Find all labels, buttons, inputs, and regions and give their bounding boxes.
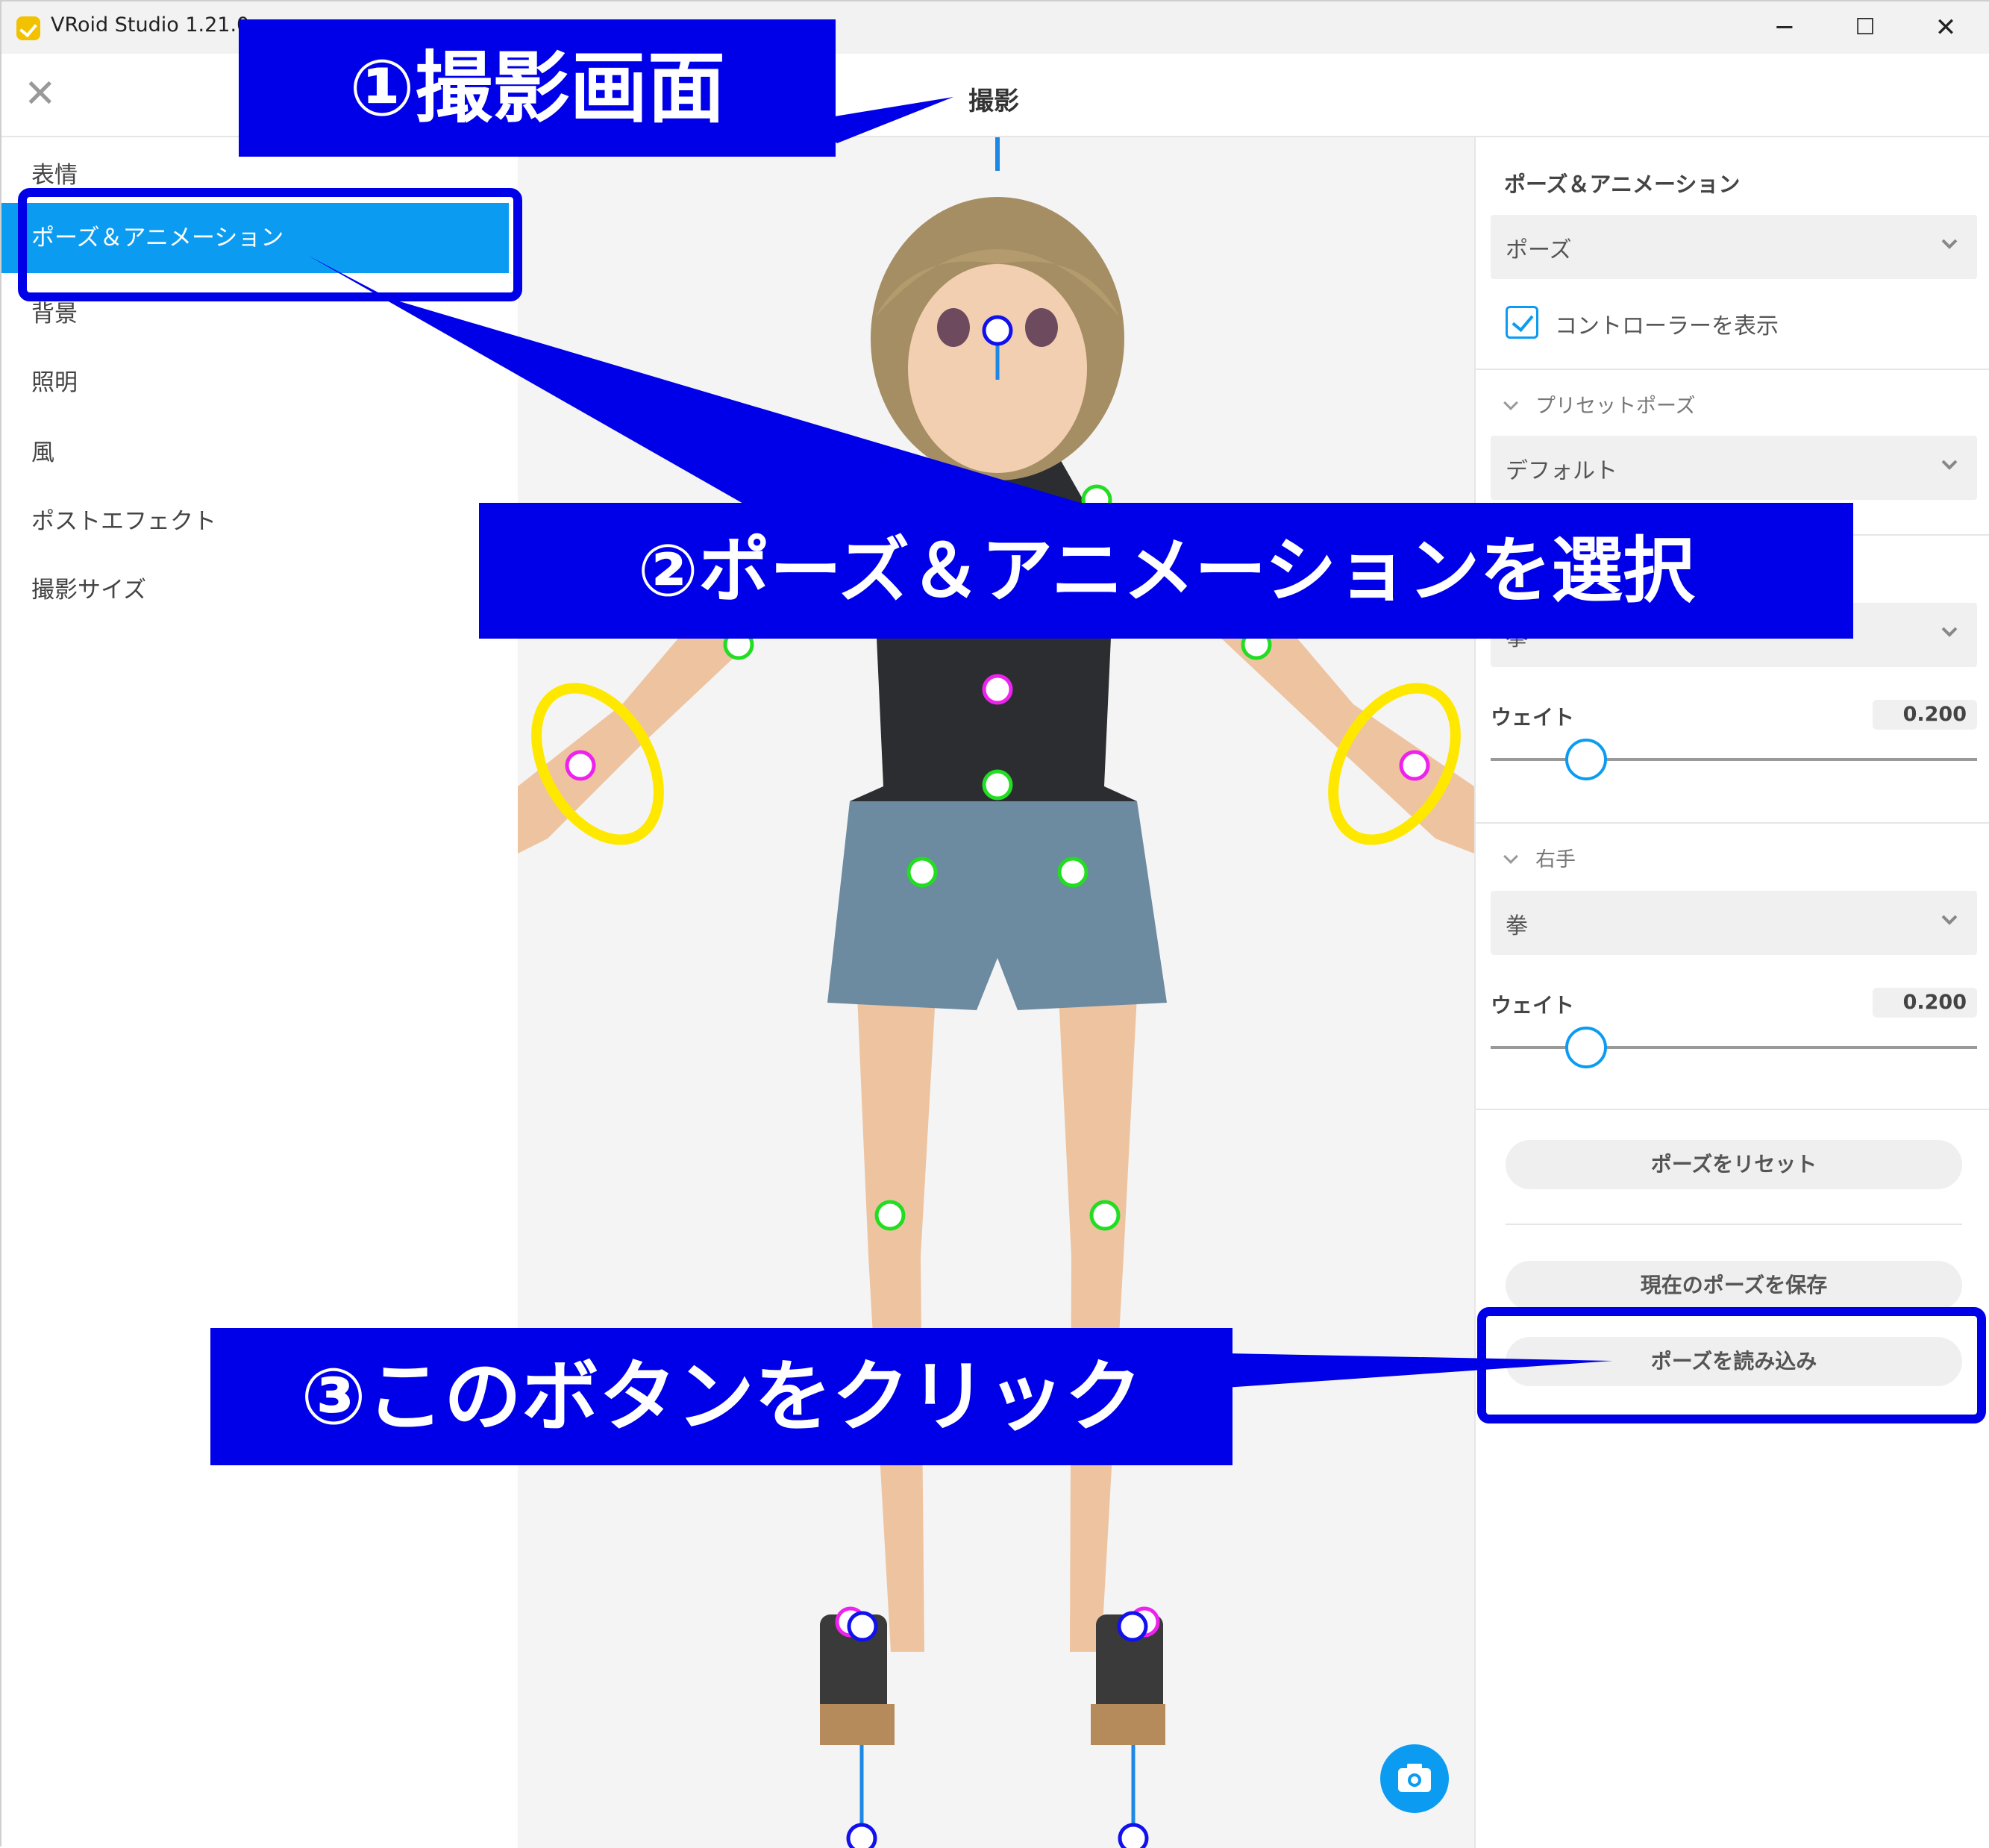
mode-select[interactable]: ポーズ — [1491, 215, 1977, 279]
vroid-logo-icon — [16, 16, 40, 40]
maximize-button[interactable]: ☐ — [1843, 9, 1888, 46]
sidebar: 表情 ポーズ＆アニメーション 背景 照明 風 ポストエフェクト 撮影サイズ — [1, 137, 518, 1848]
divider — [1476, 369, 1989, 370]
divider — [1476, 1109, 1989, 1110]
app-window: VRoid Studio 1.21.0 - ─ ☐ ✕ ✕ 撮影 表情 ポーズ＆… — [0, 0, 1989, 1848]
sidebar-item-post-effect[interactable]: ポストエフェクト — [1, 486, 518, 557]
show-controller-label: コントローラーを表示 — [1555, 313, 1779, 339]
chevron-down-icon — [1941, 915, 1958, 925]
panel-heading: ポーズ＆アニメーション — [1504, 172, 1741, 197]
show-controller-checkbox[interactable] — [1506, 306, 1538, 339]
left-hand-weight-track[interactable] — [1491, 758, 1977, 761]
preset-pose-label: プリセットポーズ — [1535, 395, 1696, 418]
right-hand-weight-label: ウェイト — [1491, 993, 1575, 1018]
preset-pose-select[interactable]: デフォルト — [1491, 436, 1977, 500]
page-title: 撮影 — [968, 87, 1019, 116]
right-hand-weight-track[interactable] — [1491, 1046, 1977, 1049]
preset-pose-section[interactable]: プリセットポーズ — [1503, 389, 1696, 419]
sidebar-item-capture-size[interactable]: 撮影サイズ — [1, 555, 518, 625]
3d-viewport[interactable] — [518, 137, 1474, 1848]
chevron-down-icon — [1941, 239, 1958, 249]
right-hand-weight-value[interactable]: 0.200 — [1873, 988, 1977, 1018]
window-title: VRoid Studio 1.21.0 - — [51, 13, 263, 37]
pose-panel: ポーズ＆アニメーション ポーズ コントローラーを表示 プリセットポーズ デフォル… — [1474, 137, 1989, 1848]
capture-camera-button[interactable] — [1380, 1744, 1449, 1813]
chevron-down-icon — [1941, 460, 1958, 470]
right-hand-select[interactable]: 拳 — [1491, 891, 1977, 955]
right-hand-section[interactable]: 右手 — [1503, 843, 1576, 872]
highlight-pose-menu — [18, 188, 522, 301]
chevron-down-icon — [1503, 395, 1518, 410]
save-pose-button[interactable]: 現在のポーズを保存 — [1506, 1261, 1962, 1310]
reset-pose-button[interactable]: ポーズをリセット — [1506, 1140, 1962, 1189]
preset-pose-value: デフォルト — [1506, 458, 1617, 484]
divider — [1506, 1224, 1962, 1225]
minimize-button[interactable]: ─ — [1762, 9, 1807, 46]
left-hand-weight-label: ウェイト — [1491, 705, 1575, 730]
right-hand-label: 右手 — [1535, 848, 1576, 871]
close-window-button[interactable]: ✕ — [1923, 9, 1968, 46]
mode-select-value: ポーズ — [1506, 237, 1572, 263]
right-hand-value: 拳 — [1506, 913, 1528, 939]
callout-select-pose-animation: ②ポーズ＆アニメーションを選択 — [479, 503, 1853, 639]
close-icon[interactable]: ✕ — [24, 75, 57, 113]
left-hand-weight-value[interactable]: 0.200 — [1873, 700, 1977, 730]
character-preview — [518, 137, 1474, 1848]
sidebar-item-wind[interactable]: 風 — [1, 418, 518, 488]
divider — [1476, 822, 1989, 824]
callout-capture-screen: ①撮影画面 — [239, 19, 836, 157]
highlight-load-button — [1477, 1307, 1986, 1423]
chevron-down-icon — [1503, 849, 1518, 864]
sidebar-item-lighting[interactable]: 照明 — [1, 348, 518, 418]
left-hand-weight-slider[interactable] — [1565, 739, 1607, 780]
right-hand-weight-slider[interactable] — [1565, 1027, 1607, 1068]
chevron-down-icon — [1941, 627, 1958, 637]
camera-icon — [1398, 1764, 1431, 1792]
callout-click-button: ③このボタンをクリック — [210, 1328, 1232, 1465]
